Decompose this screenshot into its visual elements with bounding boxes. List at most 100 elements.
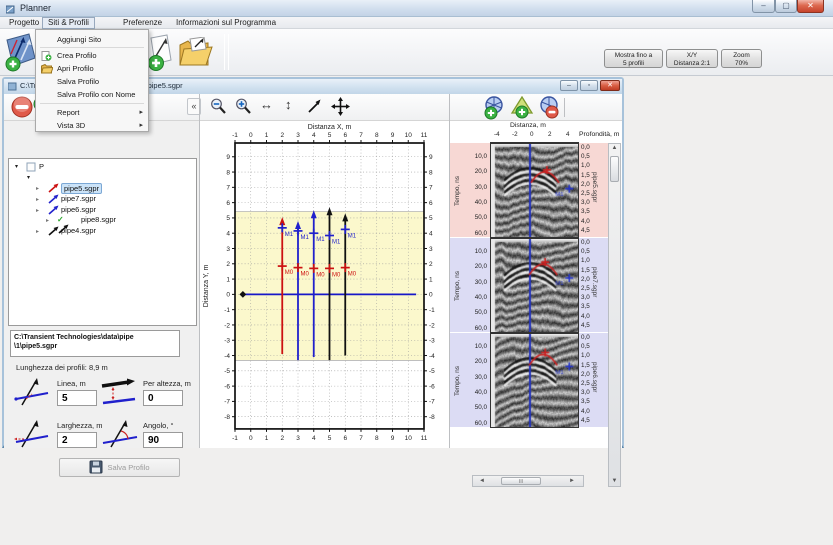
add-site-icon[interactable] xyxy=(3,32,39,72)
stretch-horizontal-icon[interactable]: ↔ xyxy=(260,97,273,112)
expander-icon[interactable]: ▸ xyxy=(36,196,39,203)
expander-icon[interactable]: ▾ xyxy=(15,163,18,170)
tempo-axis-label: Tempo, ns xyxy=(454,366,461,396)
expander-icon[interactable]: ▾ xyxy=(27,174,30,181)
profile-arrow-icon xyxy=(47,226,60,236)
profile-name-label: pipe6.sgpr xyxy=(591,362,598,392)
radargram-image[interactable] xyxy=(491,238,578,332)
tree-item-pipe5[interactable]: ▸ pipe5.sgpr xyxy=(9,184,189,195)
larghezza-input[interactable] xyxy=(57,432,97,448)
linea-icon xyxy=(12,377,52,409)
stretch-diagonal-icon[interactable] xyxy=(306,98,323,115)
svg-text:-7: -7 xyxy=(429,399,435,406)
menu-item-report[interactable]: Report▸ xyxy=(37,106,147,119)
profile-arrow-icon xyxy=(47,194,60,204)
menu-siti-profili[interactable]: Siti & Profili xyxy=(42,17,95,29)
expander-icon[interactable]: ▸ xyxy=(36,185,39,192)
add-cone-object-icon[interactable] xyxy=(510,96,535,120)
tree-item-label[interactable]: pipe4.sgpr xyxy=(61,226,96,235)
menu-item-salva-profilo[interactable]: Salva Profilo xyxy=(37,75,147,88)
radar-x-tick: -2 xyxy=(512,131,518,138)
depth-tick: 2,0 xyxy=(581,276,590,283)
svg-text:9: 9 xyxy=(226,154,230,161)
svg-text:8: 8 xyxy=(226,169,230,176)
radargram-image[interactable] xyxy=(491,143,578,237)
radar-toolbar-separator xyxy=(564,98,565,117)
tree-item-pipe4[interactable]: ▸ pipe4.sgpr xyxy=(9,227,189,238)
save-profile-button[interactable]: Salva Profilo xyxy=(59,458,180,477)
tempo-tick: 10,0 xyxy=(475,343,487,350)
toolbar-separator xyxy=(224,34,225,70)
depth-tick: 3,5 xyxy=(581,398,590,405)
tree-item-pipe7[interactable]: ▸ pipe7.sgpr xyxy=(9,195,189,206)
menu-preferenze[interactable]: Preferenze xyxy=(117,17,168,29)
zoom-out-icon[interactable] xyxy=(210,98,228,116)
expander-icon[interactable]: ▸ xyxy=(36,207,39,214)
open-profile-icon[interactable] xyxy=(178,37,216,69)
tree-item-pipe8[interactable]: ▸ ✓ pipe8.sgpr xyxy=(9,216,189,227)
stretch-vertical-icon[interactable]: ↕ xyxy=(285,97,292,112)
menu-item-apri-profilo[interactable]: Apri Profilo xyxy=(37,62,147,75)
svg-text:7: 7 xyxy=(429,185,433,192)
menu-progetto[interactable]: Progetto xyxy=(3,17,45,29)
child-close-button[interactable]: ✕ xyxy=(600,80,620,91)
radar-h-scrollbar[interactable]: ◄ ► ⦀⦀ xyxy=(472,475,584,487)
radar-v-scrollbar[interactable]: ▲ ▼ xyxy=(608,143,621,487)
profile-arrow-icon xyxy=(47,205,60,215)
zoom-in-icon[interactable] xyxy=(235,98,253,116)
svg-text:5: 5 xyxy=(328,132,332,139)
svg-text:4: 4 xyxy=(226,231,230,238)
add-sphere-object-icon[interactable] xyxy=(482,96,507,120)
close-button[interactable]: ✕ xyxy=(797,0,824,13)
h-scroll-thumb[interactable]: ⦀⦀ xyxy=(501,477,541,485)
menu-item-crea-profilo[interactable]: Crea Profilo xyxy=(37,49,147,62)
tree-item-label[interactable]: pipe5.sgpr xyxy=(61,183,102,194)
child-restore-button[interactable]: ▫ xyxy=(580,80,598,91)
menu-informazioni[interactable]: Informazioni sul Programma xyxy=(170,17,282,29)
linea-input[interactable] xyxy=(57,390,97,406)
remove-object-icon[interactable] xyxy=(537,96,562,120)
xy-distance-button[interactable]: X/YDistanza 2:1 xyxy=(666,49,718,68)
scroll-down-icon[interactable]: ▼ xyxy=(609,478,620,484)
svg-text:-1: -1 xyxy=(232,132,238,139)
tempo-axis-label: Tempo, ns xyxy=(454,176,461,206)
depth-tick: 3,0 xyxy=(581,389,590,396)
maximize-button[interactable]: ▢ xyxy=(775,0,797,13)
pan-icon[interactable] xyxy=(331,97,350,116)
per-altezza-input[interactable] xyxy=(143,390,183,406)
v-scroll-thumb[interactable] xyxy=(610,156,619,182)
svg-text:0: 0 xyxy=(249,132,253,139)
angolo-input[interactable] xyxy=(143,432,183,448)
tempo-tick: 30,0 xyxy=(475,184,487,191)
left-panel: ▾ P ▾ ▸ pipe5.sgpr ▸ pipe7.sgpr ▸ pipe6.… xyxy=(4,121,199,448)
svg-text:-1: -1 xyxy=(232,435,238,442)
tree-item-label[interactable]: pipe6.sgpr xyxy=(61,205,96,214)
angolo-icon xyxy=(99,419,141,451)
menu-item-aggiungi-sito[interactable]: Aggiungi Sito xyxy=(37,33,147,46)
menu-item-vista-3d[interactable]: Vista 3D▸ xyxy=(37,119,147,132)
save-profile-label: Salva Profilo xyxy=(107,463,149,472)
zoom-level-button[interactable]: Zoom70% xyxy=(721,49,762,68)
minimize-button[interactable]: – xyxy=(752,0,775,13)
radargram-strip: Tempo, ns10,020,030,040,050,060,00,00,51… xyxy=(450,333,608,427)
expander-icon[interactable]: ▸ xyxy=(36,228,39,235)
child-minimize-button[interactable]: – xyxy=(560,80,578,91)
radargram-image[interactable] xyxy=(491,333,578,427)
menu-item-salva-profilo-con-nome[interactable]: Salva Profilo con Nome xyxy=(37,88,147,101)
expander-icon[interactable]: ▸ xyxy=(46,217,49,224)
new-profile-icon[interactable] xyxy=(147,34,175,72)
svg-text:10: 10 xyxy=(405,132,413,139)
svg-text:2: 2 xyxy=(280,435,284,442)
tree-item-label[interactable]: pipe7.sgpr xyxy=(61,194,96,203)
depth-axis-gutter: 0,00,51,01,52,02,53,03,54,04,5pipe7.sgpr xyxy=(578,238,608,332)
svg-text:M1: M1 xyxy=(316,237,325,243)
tree-item-label[interactable]: pipe8.sgpr xyxy=(81,215,116,224)
tree-root[interactable]: ▾ P xyxy=(9,162,189,173)
svg-text:M1: M1 xyxy=(285,232,294,238)
scroll-up-icon[interactable]: ▲ xyxy=(609,145,620,151)
show-profiles-button[interactable]: Mostra fino a5 profili xyxy=(604,49,663,68)
remove-profile-icon[interactable] xyxy=(11,96,33,118)
tempo-tick: 50,0 xyxy=(475,404,487,411)
site-plan-plot[interactable]: -1-1001122334455667788991010111199887766… xyxy=(200,121,449,448)
svg-text:2: 2 xyxy=(280,132,284,139)
